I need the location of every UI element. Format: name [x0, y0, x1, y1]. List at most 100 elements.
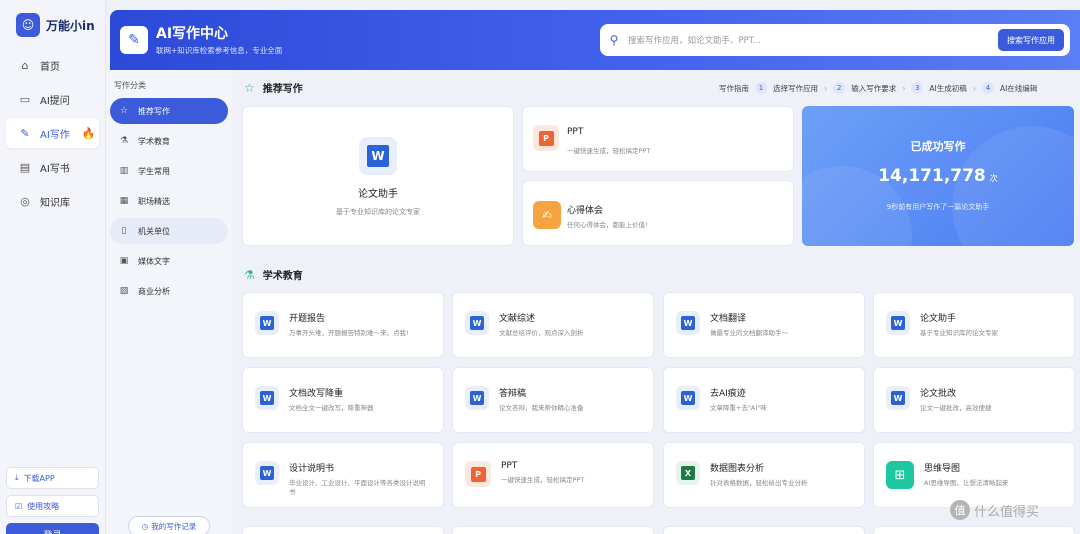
- section-recommend-header: ☆ 推荐写作: [244, 80, 303, 96]
- left-nav: ☺ 万能小in ⌂ 首页 ▭ AI提问 ✎ AI写作 🔥 ▤ AI写书 ◎ 知识…: [0, 0, 106, 534]
- category-student[interactable]: ▥ 学生常用: [110, 158, 228, 184]
- academic-card[interactable]: W 文档改写降重文档全文一键改写，降重神器: [242, 367, 444, 433]
- category-media[interactable]: ▣ 媒体文字: [110, 248, 228, 274]
- nav-item-label: 知识库: [40, 197, 70, 209]
- card-partial[interactable]: [242, 526, 444, 534]
- academic-card[interactable]: W 文档翻译 做最专业的文档翻译助手～: [663, 292, 865, 358]
- ppt-icon: P: [533, 125, 559, 151]
- category-sidebar: 写作分类 ☆ 推荐写作 ⚗ 学术教育 ▥ 学生常用 ▦ 职场精选 ▯ 机关单位 …: [106, 70, 232, 534]
- category-title: 写作分类: [114, 81, 146, 90]
- main-content: ☆ 推荐写作 写作指南 1 选择写作应用 › 2 输入写作要求 › 3 AI生成…: [232, 70, 1080, 534]
- document-icon: ▯: [121, 226, 127, 236]
- card-title: 开题报告: [289, 314, 326, 324]
- card-desc: 万事开头难，开题报告特别难～来，点我!: [289, 329, 409, 337]
- category-business[interactable]: ▨ 商业分析: [110, 278, 228, 304]
- academic-card[interactable]: W 答辩稿论文答辩，我来帮你精心准备: [452, 367, 654, 433]
- card-desc: 毕业设计、工业设计、平面设计等各类设计说明书: [289, 479, 426, 496]
- word-icon: W: [465, 386, 489, 410]
- academic-card[interactable]: W 论文助手 基于专业知识库的论文专家: [873, 292, 1075, 358]
- category-academic[interactable]: ⚗ 学术教育: [110, 128, 228, 154]
- nav-item-ai-book[interactable]: ▤ AI写书: [6, 152, 99, 182]
- card-desc: 针对表格数据，轻松给出专业分析: [710, 479, 808, 487]
- nav-item-home[interactable]: ⌂ 首页: [6, 50, 99, 80]
- clock-icon: ◷: [141, 521, 149, 531]
- login-button[interactable]: 登录: [6, 523, 99, 534]
- featured-card-thesis[interactable]: W 论文助手 基于专业知识库的论文专家: [242, 106, 514, 246]
- card-title: 论文批改: [920, 389, 957, 399]
- card-partial[interactable]: [663, 526, 865, 534]
- nav-item-label: 首页: [40, 61, 60, 73]
- mind-map-icon: ⊞: [886, 461, 914, 489]
- word-icon: W: [255, 461, 279, 485]
- chevron-right-icon: ›: [824, 83, 828, 93]
- academic-card[interactable]: W 去AI痕迹 文章降重+去"AI"味: [663, 367, 865, 433]
- notes-icon: ✍: [533, 201, 561, 229]
- chevron-right-icon: ›: [972, 83, 976, 93]
- chat-icon: ▭: [19, 92, 31, 106]
- word-icon: W: [359, 137, 397, 175]
- card-ppt[interactable]: P PPT 一键快速生成，轻松搞定PPT: [522, 106, 794, 172]
- card-title: 文档改写降重: [289, 389, 344, 399]
- pen-icon: ✎: [120, 26, 148, 54]
- search-bar: ⚲ 搜索写作应用，如论文助手、PPT... 搜索写作应用: [600, 24, 1070, 56]
- my-writing-history-button[interactable]: ◷ 我的写作记录: [128, 516, 210, 534]
- academic-card[interactable]: W 论文批改 论文一键批改，高效便捷: [873, 367, 1075, 433]
- card-desc: 文献总结评价，观点深入剖析: [499, 329, 584, 337]
- section-academic-header: ⚗ 学术教育: [244, 267, 303, 283]
- word-icon: W: [255, 386, 279, 410]
- academic-card[interactable]: W 设计说明书毕业设计、工业设计、平面设计等各类设计说明书: [242, 442, 444, 508]
- knowledge-icon: ◎: [20, 194, 30, 208]
- robot-logo-icon: ☺: [16, 13, 40, 37]
- watermark-logo-icon: 值: [950, 500, 970, 520]
- watermark: 值 什么值得买: [950, 500, 1039, 520]
- nav-item-label: AI提问: [40, 95, 70, 107]
- card-desc: AI思维导图，让想法清晰起来: [924, 479, 1009, 487]
- star-icon: ☆: [244, 80, 255, 95]
- academic-card[interactable]: ⊞ 思维导图 AI思维导图，让想法清晰起来: [873, 442, 1075, 508]
- word-icon: W: [465, 311, 489, 335]
- search-button[interactable]: 搜索写作应用: [998, 29, 1064, 51]
- category-workplace[interactable]: ▦ 职场精选: [110, 188, 228, 214]
- search-input[interactable]: 搜索写作应用，如论文助手、PPT...: [628, 34, 998, 46]
- download-app-button[interactable]: ⤓ 下载APP: [6, 467, 99, 489]
- academic-card[interactable]: X 数据图表分析 针对表格数据，轻松给出专业分析: [663, 442, 865, 508]
- brand[interactable]: ☺ 万能小in: [0, 0, 105, 40]
- category-government[interactable]: ▯ 机关单位: [110, 218, 228, 244]
- header-banner: ✎ AI写作中心 联网+知识库检索参考信息，专业全面 ⚲ 搜索写作应用，如论文助…: [110, 10, 1080, 70]
- card-title: 思维导图: [924, 464, 961, 474]
- card-desc: 一键快速生成，轻松搞定PPT: [501, 476, 585, 484]
- nav-item-label: AI写作: [40, 129, 70, 141]
- media-icon: ▣: [119, 256, 129, 266]
- chevron-right-icon: ›: [902, 83, 906, 93]
- nav-item-knowledge[interactable]: ◎ 知识库: [6, 186, 99, 216]
- nav-item-ai-ask[interactable]: ▭ AI提问: [6, 84, 99, 114]
- academic-card[interactable]: W 文献综述 文献总结评价，观点深入剖析: [452, 292, 654, 358]
- nav-item-ai-write[interactable]: ✎ AI写作 🔥: [6, 118, 99, 148]
- brand-name: 万能小in: [46, 18, 95, 33]
- excel-icon: X: [676, 461, 700, 485]
- card-desc: 论文答辩，我来帮你精心准备: [499, 404, 584, 412]
- card-partial[interactable]: [873, 526, 1075, 534]
- fire-icon: 🔥: [81, 126, 96, 140]
- word-icon: W: [886, 311, 910, 335]
- card-desc: 做最专业的文档翻译助手～: [710, 329, 788, 337]
- writing-guide: 写作指南 1 选择写作应用 › 2 输入写作要求 › 3 AI生成初稿 › 4 …: [719, 82, 1038, 94]
- writing-count: 14,171,778 次: [878, 166, 998, 186]
- download-icon: ⤓: [15, 473, 19, 482]
- card-title: 设计说明书: [289, 464, 335, 474]
- card-desc: 文档全文一键改写，降重神器: [289, 404, 374, 412]
- card-desc: 文章降重+去"AI"味: [710, 404, 767, 412]
- ppt-icon: P: [465, 461, 491, 487]
- card-partial[interactable]: [452, 526, 654, 534]
- category-recommend[interactable]: ☆ 推荐写作: [110, 98, 228, 124]
- academic-card[interactable]: P PPT 一键快速生成，轻松搞定PPT: [452, 442, 654, 508]
- academic-card[interactable]: W 开题报告 万事开头难，开题报告特别难～来，点我!: [242, 292, 444, 358]
- word-icon: W: [886, 386, 910, 410]
- writing-stats-panel: 已成功写作 14,171,778 次 9秒前有用户写作了一篇论文助手: [802, 106, 1074, 246]
- card-reflection[interactable]: ✍ 心得体会 任何心得体会，都能上价值!: [522, 180, 794, 246]
- card-title: 文档翻译: [710, 314, 747, 324]
- flask-icon: ⚗: [244, 267, 255, 282]
- star-icon: ☆: [119, 106, 129, 116]
- usage-guide-button[interactable]: ☑ 使用攻略: [6, 495, 99, 517]
- card-title: 答辩稿: [499, 389, 527, 399]
